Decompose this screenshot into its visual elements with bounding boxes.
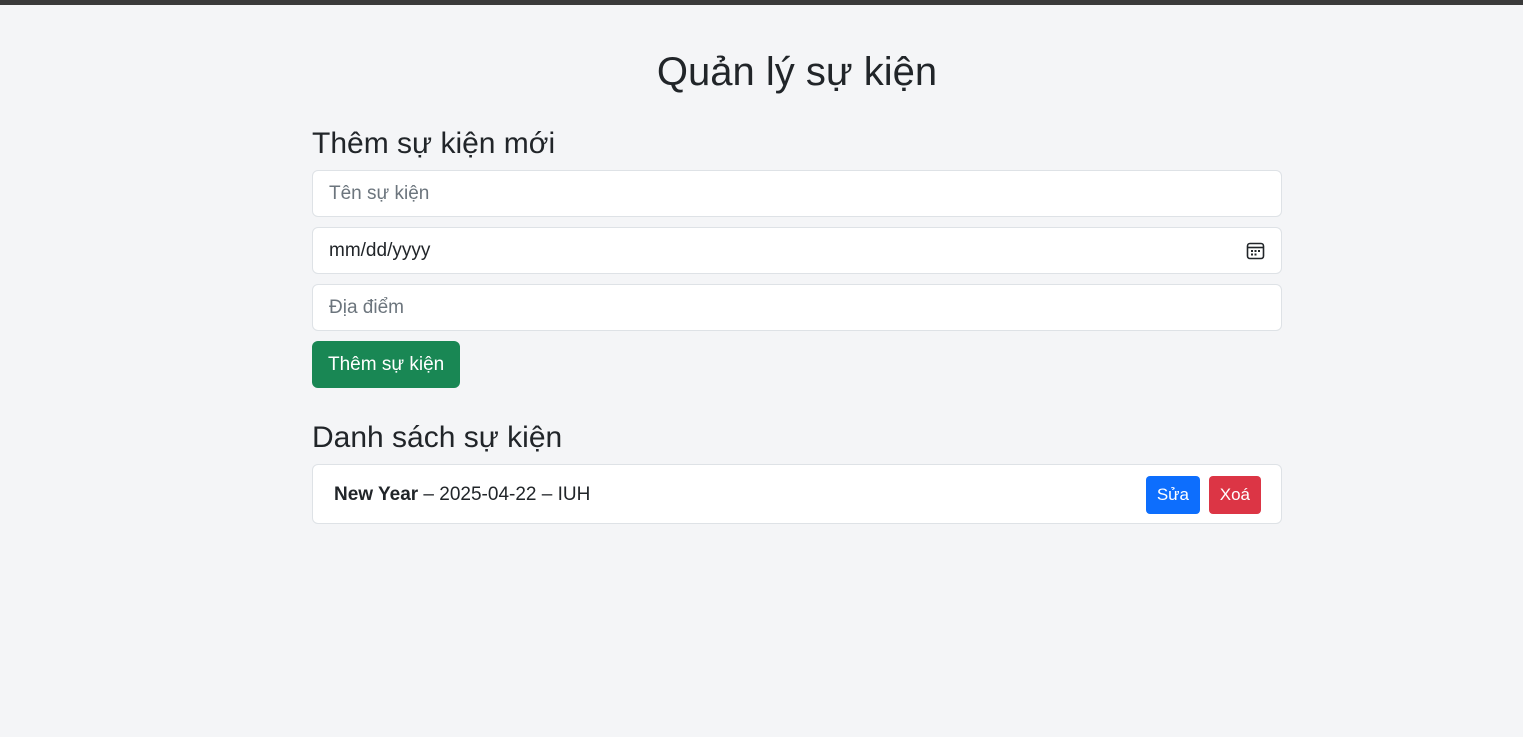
list-item: New Year – 2025-04-22 – IUH Sửa Xoá bbox=[312, 464, 1282, 524]
event-name-field bbox=[312, 170, 1282, 217]
page-title: Quản lý sự kiện bbox=[656, 50, 938, 94]
event-separator: – bbox=[536, 484, 558, 505]
event-separator: – bbox=[418, 484, 440, 505]
event-summary: New Year – 2025-04-22 – IUH bbox=[334, 465, 590, 524]
add-event-heading: Thêm sự kiện mới bbox=[312, 127, 556, 160]
add-event-button[interactable]: Thêm sự kiện bbox=[312, 341, 461, 388]
event-name-input[interactable] bbox=[313, 171, 1281, 216]
event-date-input[interactable]: mm/dd/yyyy bbox=[329, 228, 430, 273]
event-list-heading: Danh sách sự kiện bbox=[312, 421, 563, 454]
window-top-border bbox=[0, 0, 1523, 5]
event-date: 2025-04-22 bbox=[439, 484, 537, 505]
event-date-field[interactable]: mm/dd/yyyy bbox=[312, 227, 1282, 274]
event-location: IUH bbox=[557, 484, 591, 505]
edit-event-button[interactable]: Sửa bbox=[1145, 476, 1200, 514]
event-name: New Year bbox=[334, 484, 419, 505]
event-list: New Year – 2025-04-22 – IUH Sửa Xoá bbox=[312, 464, 1282, 524]
delete-event-button[interactable]: Xoá bbox=[1208, 476, 1261, 514]
event-location-field bbox=[312, 284, 1282, 331]
calendar-icon[interactable] bbox=[1246, 241, 1265, 260]
event-location-input[interactable] bbox=[313, 285, 1281, 330]
